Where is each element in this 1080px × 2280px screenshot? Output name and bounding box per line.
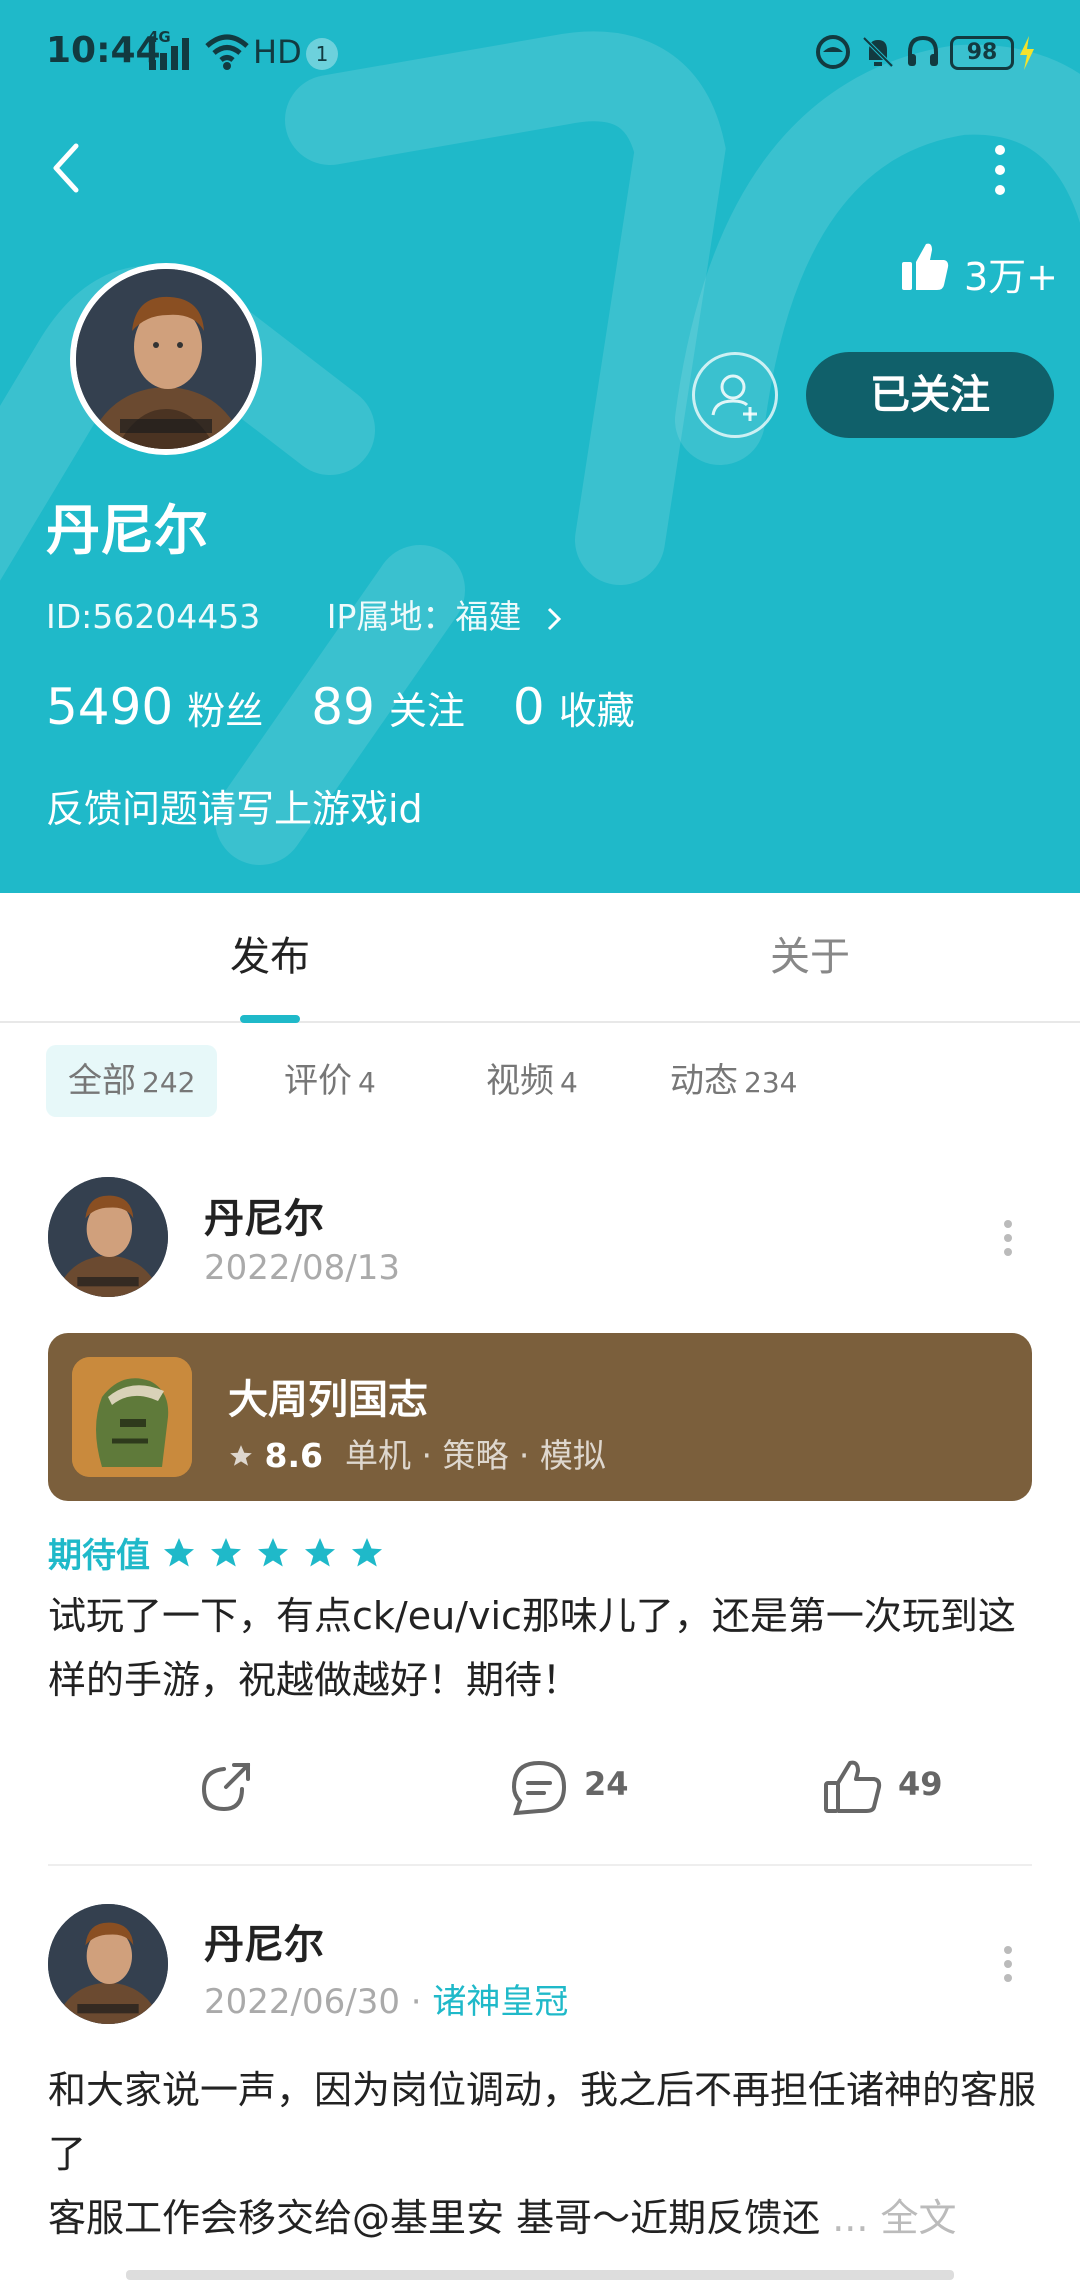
hd-indicator: HD [253,33,302,71]
followers-label: 粉丝 [187,689,264,733]
back-chevron-icon[interactable] [46,138,86,198]
game-mask-icon [72,1357,192,1477]
notification-count-badge: 1 [306,38,338,70]
game-title: 大周列国志 [228,1377,428,1423]
like-count: 49 [898,1765,943,1803]
favorites-stat[interactable]: 0 收藏 [513,678,683,736]
avatar-portrait-icon [48,1177,168,1297]
tab-indicator [240,1015,300,1023]
star-icon [211,1537,242,1566]
profile-username: 丹尼尔 [46,499,208,562]
post-body-line: 客服工作会移交给@基里安 基哥～近期反馈还 ... 全文 [48,2186,1038,2250]
add-user-icon [711,374,757,421]
post-author-avatar[interactable] [48,1177,168,1297]
filter-moments[interactable]: 动态 234 [648,1045,819,1117]
charging-icon [1020,36,1034,70]
star-icon [230,1445,252,1466]
id-row: ID:56204453 IP属地：福建 [46,590,562,638]
game-tags: 单机 · 策略 · 模拟 [344,1436,606,1475]
following-stat[interactable]: 89 关注 [311,678,513,736]
filter-videos[interactable]: 视频 4 [464,1045,600,1117]
thumb-up-icon [902,243,949,290]
star-icon [352,1537,383,1566]
expand-full-text-link[interactable]: 全文 [881,2196,957,2240]
share-icon [201,1763,250,1812]
tab-posts[interactable]: 发布 [120,893,420,1021]
following-count: 89 [311,678,375,736]
more-vertical-icon[interactable] [980,140,1020,200]
game-score: 8.6 [264,1436,323,1475]
filter-reviews[interactable]: 评价 4 [262,1045,398,1117]
post-body-line: 和大家说一声，因为岗位调动，我之后不再担任诸神的客服了 [48,2068,1037,2176]
chevron-right-icon [547,607,561,630]
game-icon [72,1357,192,1477]
filter-all-count: 242 [142,1066,196,1099]
filter-chips: 全部 242 评价 4 视频 4 动态 234 [0,1023,1080,1163]
post-actions: 24 49 [0,1745,1080,1825]
post-date: 2022/06/30 [204,1982,400,2022]
next-card-edge [126,2270,954,2280]
profile-stats: 5490 粉丝 89 关注 0 收藏 [46,678,683,736]
avatar-portrait-icon [76,269,256,449]
filter-all-label: 全部 [68,1061,136,1101]
post-more-icon[interactable] [998,1218,1018,1258]
status-bar: 10:44 4G HD 1 98 [0,0,1080,110]
add-friend-button[interactable] [692,352,778,438]
avatar-portrait-icon [48,1904,168,2024]
signal-icon [149,38,189,70]
user-id: ID:56204453 [46,597,261,636]
game-meta: 8.6 单机 · 策略 · 模拟 [228,1429,606,1477]
post-date: 2022/08/13 [204,1248,400,1288]
focus-mode-icon [816,35,850,69]
game-card[interactable]: 大周列国志 8.6 单机 · 策略 · 模拟 [48,1333,1032,1501]
ip-location: IP属地：福建 [326,597,522,636]
profile-avatar[interactable] [70,263,262,455]
star-icon [305,1537,336,1566]
filter-all[interactable]: 全部 242 [46,1045,218,1117]
post-body-text: 客服工作会移交给@基里安 基哥～近期反馈还 [48,2196,821,2240]
rating-label: 期待值 [48,1536,150,1576]
post-body[interactable]: 和大家说一声，因为岗位调动，我之后不再担任诸神的客服了 客服工作会移交给@基里安… [48,2058,1038,2250]
meta-separator: · [410,1982,422,2022]
post-more-icon[interactable] [998,1944,1018,1984]
filter-reviews-label: 评价 [284,1061,352,1101]
star-icon [164,1537,195,1566]
post-divider [48,1864,1032,1866]
followers-stat[interactable]: 5490 粉丝 [46,678,311,736]
tab-about[interactable]: 关于 [660,893,960,1021]
follow-status-button[interactable]: 已关注 [806,352,1054,438]
filter-videos-label: 视频 [486,1061,554,1101]
favorites-count: 0 [512,678,545,736]
following-label: 关注 [388,689,465,733]
profile-header: 10:44 4G HD 1 98 3万+ 已关注 丹尼尔 ID:56204453… [0,0,1080,893]
comment-icon [511,1760,567,1816]
mute-icon [862,36,894,68]
wifi-icon [205,34,249,70]
battery-level: 98 [950,36,1014,70]
ip-location-link[interactable]: IP属地：福建 [327,597,562,636]
filter-moments-label: 动态 [670,1061,738,1101]
rating-row: 期待值 [48,1528,385,1576]
ellipsis: ... [832,2196,869,2240]
thumb-up-icon [824,1760,882,1813]
status-time: 10:44 [46,30,161,71]
post-meta: 2022/06/30 · 诸神皇冠 [204,1974,568,2023]
profile-tabs: 发布 关于 [0,893,1080,1023]
post-author-name[interactable]: 丹尼尔 [204,1912,324,1970]
profile-bio: 反馈问题请写上游戏id [46,787,423,831]
post-game-link[interactable]: 诸神皇冠 [432,1982,568,2022]
filter-videos-count: 4 [560,1066,578,1099]
followers-count: 5490 [46,678,174,736]
filter-reviews-count: 4 [358,1066,376,1099]
post-author-avatar[interactable] [48,1904,168,2024]
star-icon [258,1537,289,1566]
filter-moments-count: 234 [744,1066,798,1099]
comment-count: 24 [584,1765,629,1803]
total-likes-count: 3万+ [964,255,1059,299]
headphones-icon [908,35,938,66]
post-author-name[interactable]: 丹尼尔 [204,1186,324,1244]
post-body[interactable]: 试玩了一下，有点ck/eu/vic那味儿了，还是第一次玩到这样的手游，祝越做越好… [48,1584,1038,1712]
favorites-label: 收藏 [558,689,635,733]
